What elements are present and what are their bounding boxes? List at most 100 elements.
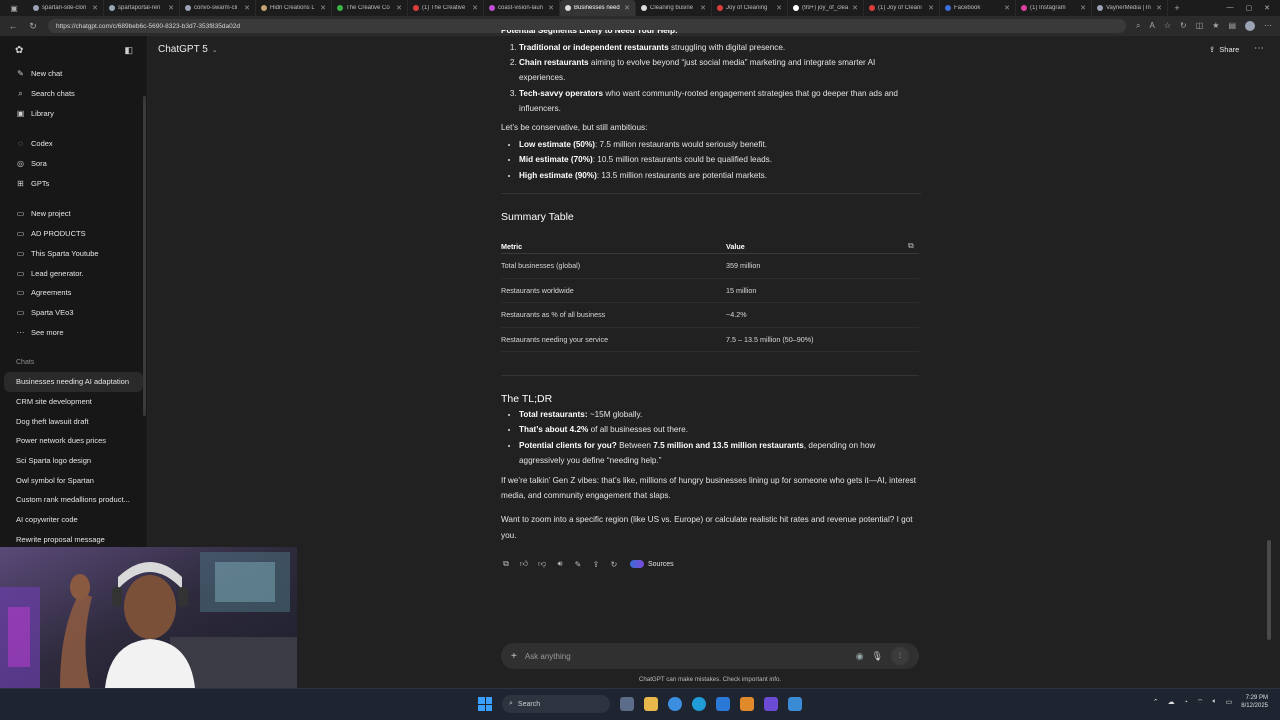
collections-icon[interactable]: ▤ — [1228, 21, 1236, 31]
sidebar-item-tools[interactable]: ⊞ GPTs — [0, 173, 147, 193]
clock[interactable]: 7:29 PM 8/12/2025 — [1241, 694, 1268, 710]
sidebar-item-projects[interactable]: ▭ AD PRODUCTS — [0, 224, 147, 244]
tab-close-icon[interactable]: ✕ — [168, 4, 174, 12]
zoom-icon[interactable]: ⌕ — [1136, 21, 1140, 31]
tab-close-icon[interactable]: ✕ — [624, 4, 630, 12]
split-screen-icon[interactable]: ◫ — [1196, 21, 1204, 31]
tab-close-icon[interactable]: ✕ — [928, 4, 934, 12]
browser-tab[interactable]: (1) Instagram ✕ — [1016, 0, 1092, 16]
chat-history-item[interactable]: Dog theft lawsuit draft — [0, 411, 147, 431]
sidebar-item-primary[interactable]: ⌕ Search chats — [0, 84, 147, 104]
chat-history-item[interactable]: AI copywriter code — [0, 510, 147, 530]
tab-close-icon[interactable]: ✕ — [1004, 4, 1010, 12]
thumbs-down-icon[interactable]: 👎︎ — [537, 559, 547, 569]
tab-close-icon[interactable]: ✕ — [548, 4, 554, 12]
tab-close-icon[interactable]: ✕ — [700, 4, 706, 12]
tab-close-icon[interactable]: ✕ — [244, 4, 250, 12]
sidebar-item-primary[interactable]: ▣ Library — [0, 103, 147, 123]
windows-start-icon[interactable] — [478, 697, 492, 711]
prompt-input[interactable] — [524, 651, 848, 661]
read-aloud-icon[interactable]: A — [1149, 21, 1154, 31]
browser-tab[interactable]: (1) Joy of Cleani ✕ — [864, 0, 940, 16]
main-scrollbar[interactable] — [1267, 540, 1271, 640]
chat-history-item[interactable]: Custom rank medallions product... — [0, 490, 147, 510]
tray-chevron-icon[interactable]: ⌃ — [1153, 698, 1159, 706]
reload-icon[interactable]: ↻ — [28, 21, 38, 32]
favorite-star-icon[interactable]: ☆ — [1164, 21, 1171, 31]
openai-logo-icon[interactable]: ✿ — [15, 45, 23, 56]
wifi-icon[interactable]: ⌔ — [1197, 698, 1204, 707]
browser-tab[interactable]: Businesses need ✕ — [560, 0, 636, 16]
thumbs-up-icon[interactable]: 👍︎ — [519, 559, 529, 569]
chat-history-item[interactable]: Power network dues prices — [0, 431, 147, 451]
tab-close-icon[interactable]: ✕ — [320, 4, 326, 12]
sidebar-item-projects[interactable]: ▭ Sparta VEo3 — [0, 303, 147, 323]
browser-tab[interactable]: (99+) joy_of_clea ✕ — [788, 0, 864, 16]
chat-history-item[interactable]: Businesses needing AI adaptation — [4, 371, 143, 392]
chat-history-item[interactable]: Sci Sparta logo design — [0, 451, 147, 471]
sidebar-scrollbar[interactable] — [143, 96, 146, 416]
sidebar-item-projects[interactable]: ▭ New project — [0, 204, 147, 224]
close-window-icon[interactable]: ✕ — [1264, 4, 1270, 12]
sources-button[interactable]: Sources — [630, 560, 674, 568]
edge-beta-icon[interactable] — [692, 697, 706, 711]
browser-tab[interactable]: spartaportal-ren ✕ — [104, 0, 180, 16]
regenerate-icon[interactable]: ↻ — [609, 560, 619, 569]
network-icon[interactable]: ◔ — [1184, 699, 1188, 706]
volume-icon[interactable]: 🔈︎ — [1212, 698, 1216, 706]
model-selector[interactable]: ChatGPT 5 ⌄ — [158, 44, 218, 55]
tab-close-icon[interactable]: ✕ — [1156, 4, 1162, 12]
tab-close-icon[interactable]: ✕ — [92, 4, 98, 12]
sidebar-item-projects[interactable]: ▭ Agreements — [0, 283, 147, 303]
browser-tab[interactable]: Cleaning busine ✕ — [636, 0, 712, 16]
edge-browser-icon[interactable] — [668, 697, 682, 711]
read-aloud-icon[interactable]: 🔊︎ — [555, 559, 565, 569]
share-button[interactable]: ⇪ Share — [1209, 45, 1239, 54]
extension-badge-icon[interactable]: ◉ — [856, 651, 864, 662]
maximize-icon[interactable]: ▢ — [1246, 4, 1253, 12]
battery-icon[interactable]: ▭ — [1226, 698, 1233, 706]
microphone-icon[interactable]: 🎙︎ — [872, 651, 883, 662]
weather-icon[interactable]: ☁ — [1168, 698, 1175, 706]
favorites-icon[interactable]: ★ — [1212, 21, 1219, 31]
app-purple-icon[interactable] — [764, 697, 778, 711]
more-options-icon[interactable]: ⋯ — [1254, 43, 1264, 54]
browser-menu-icon[interactable]: ⋯ — [1264, 21, 1272, 31]
sidebar-item-projects[interactable]: ▭ Lead generator. — [0, 263, 147, 283]
window-menu-icon[interactable]: ▣ — [0, 0, 28, 16]
browser-tab[interactable]: spartan-site-clon ✕ — [28, 0, 104, 16]
browser-tab[interactable]: Joy of Cleaning ✕ — [712, 0, 788, 16]
tab-close-icon[interactable]: ✕ — [1080, 4, 1086, 12]
tab-close-icon[interactable]: ✕ — [472, 4, 478, 12]
share-message-icon[interactable]: ⇪ — [591, 560, 601, 569]
close-sidebar-icon[interactable]: ◧ — [124, 45, 133, 56]
browser-tab[interactable]: Facebook ✕ — [940, 0, 1016, 16]
app-orange-icon[interactable] — [740, 697, 754, 711]
new-tab-button[interactable]: + — [1168, 3, 1186, 13]
store-icon[interactable] — [716, 697, 730, 711]
minimize-icon[interactable]: — — [1227, 4, 1234, 12]
browser-tab[interactable]: convo-swarm-cli ✕ — [180, 0, 256, 16]
refresh-icon[interactable]: ↻ — [1180, 21, 1187, 31]
calculator-icon[interactable] — [788, 697, 802, 711]
sidebar-item-projects[interactable]: ▭ This Sparta Youtube — [0, 244, 147, 264]
back-icon[interactable]: ← — [8, 21, 18, 31]
browser-tab[interactable]: coast-vision-laun ✕ — [484, 0, 560, 16]
file-explorer-icon[interactable] — [644, 697, 658, 711]
browser-tab[interactable]: (1) The Creative ✕ — [408, 0, 484, 16]
taskbar-search[interactable]: ⌕ Search — [502, 695, 610, 713]
sidebar-item-tools[interactable]: ◌ Codex — [0, 134, 147, 154]
profile-avatar[interactable] — [1245, 21, 1255, 31]
browser-tab[interactable]: VaynerMedia | In ✕ — [1092, 0, 1168, 16]
sidebar-item-projects[interactable]: ··· See more — [0, 322, 147, 342]
voice-mode-button[interactable]: ⫶ — [891, 647, 909, 665]
add-attachment-icon[interactable]: + — [511, 651, 517, 662]
chat-history-item[interactable]: Owl symbol for Spartan — [0, 470, 147, 490]
tab-close-icon[interactable]: ✕ — [852, 4, 858, 12]
copy-table-icon[interactable]: ⧉ — [908, 241, 914, 251]
browser-tab[interactable]: Hidn Creations L ✕ — [256, 0, 332, 16]
sidebar-item-tools[interactable]: ◎ Sora — [0, 154, 147, 174]
browser-tab[interactable]: The Creative Co ✕ — [332, 0, 408, 16]
chat-history-item[interactable]: CRM site development — [0, 392, 147, 412]
tab-close-icon[interactable]: ✕ — [396, 4, 402, 12]
